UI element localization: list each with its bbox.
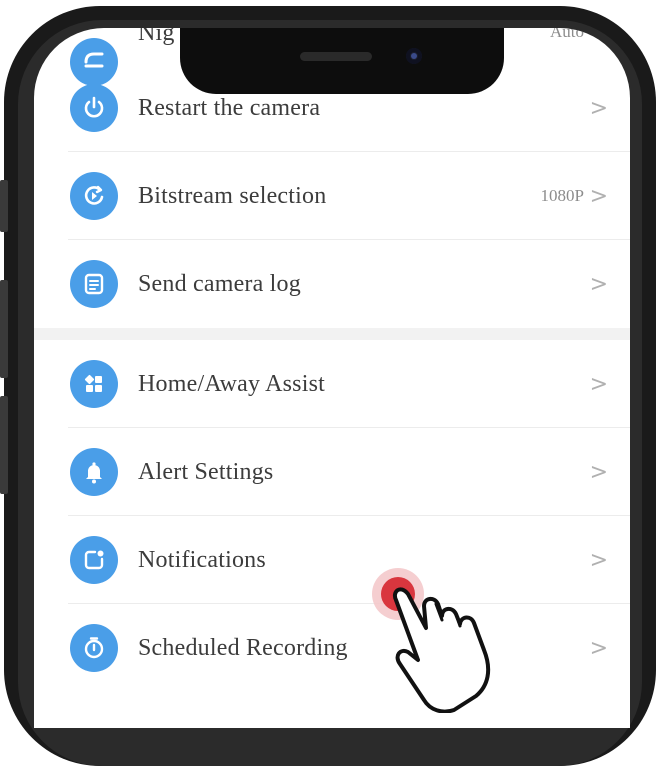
phone-notch (180, 28, 504, 94)
menu-item-send-camera-log[interactable]: Send camera log > (34, 240, 630, 328)
chevron-right-icon: > (589, 635, 608, 661)
menu-item-bitstream-selection[interactable]: Bitstream selection 1080P > (34, 152, 630, 240)
menu-item-label: Nig (138, 28, 175, 46)
front-camera (406, 48, 422, 64)
chevron-right-icon: > (589, 271, 608, 297)
chevron-right-icon: > (589, 459, 608, 485)
phone-side-button (0, 396, 8, 494)
chevron-right-icon: > (589, 95, 608, 121)
notification-icon (70, 536, 118, 584)
home-away-icon (70, 360, 118, 408)
hand-shape (393, 587, 491, 713)
chevron-right-icon: > (589, 547, 608, 573)
menu-item-label: Notifications (138, 546, 266, 573)
menu-item-label: Home/Away Assist (138, 370, 325, 397)
menu-item-notifications[interactable]: Notifications > (34, 516, 630, 604)
menu-item-label: Alert Settings (138, 458, 274, 485)
phone-side-button (0, 280, 8, 378)
speaker-grille (300, 52, 372, 61)
tap-gesture-hand-icon (372, 568, 491, 713)
menu-item-value: 1080P (540, 186, 584, 205)
bitstream-icon (70, 172, 118, 220)
menu-item-label: Send camera log (138, 270, 301, 297)
log-document-icon (70, 260, 118, 308)
timer-icon (70, 624, 118, 672)
chevron-right-icon: > (589, 28, 608, 43)
power-icon (70, 84, 118, 132)
menu-item-value: Auto (550, 28, 584, 41)
menu-item-alert-settings[interactable]: Alert Settings > (34, 428, 630, 516)
chevron-right-icon: > (589, 371, 608, 397)
phone-side-button (0, 180, 8, 232)
bell-icon (70, 448, 118, 496)
menu-item-scheduled-recording[interactable]: Scheduled Recording > (34, 604, 630, 692)
menu-item-label: Restart the camera (138, 94, 321, 121)
chevron-right-icon: > (589, 183, 608, 209)
menu-item-home-away-assist[interactable]: Home/Away Assist > (34, 340, 630, 428)
settings-menu: Nig Auto > Restart the camera > Bitstrea… (34, 28, 630, 692)
menu-item-label: Scheduled Recording (138, 634, 348, 661)
menu-item-label: Bitstream selection (138, 182, 327, 209)
phone-screen: Nig Auto > Restart the camera > Bitstrea… (34, 28, 630, 728)
section-separator (34, 328, 630, 340)
